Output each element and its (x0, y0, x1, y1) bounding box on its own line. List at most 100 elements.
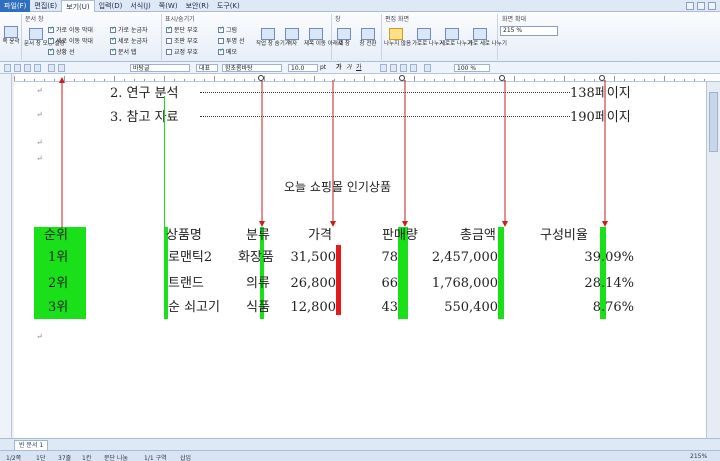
check-doc-tab[interactable]: 문서 탭 (110, 47, 136, 56)
cell-rank: 1위 (48, 250, 69, 265)
cell-product: 트랜드 (168, 276, 204, 291)
page-outline-button[interactable]: 쪽 윤곽 (0, 26, 23, 45)
vertical-ruler (0, 74, 12, 438)
ruler-tick (404, 79, 405, 81)
check-transparent-line[interactable]: 투명 선 (218, 36, 244, 45)
ruler-tick (214, 76, 215, 81)
hsplit-button[interactable]: 가로로 나누기 (412, 28, 444, 47)
menu-edit[interactable]: 편집(E) (30, 0, 61, 12)
new-doc-icon[interactable] (4, 64, 11, 72)
cell-category: 화장품 (238, 250, 274, 265)
ruler-tick (274, 79, 275, 81)
menu-insert[interactable]: 입력(D) (95, 0, 127, 12)
ruler-tick (264, 76, 265, 81)
switch-window-button[interactable]: 창 전환 (356, 28, 380, 47)
style-select[interactable]: 바탕글 (130, 64, 190, 72)
check-hruler[interactable]: 가로 눈금자 (110, 25, 148, 34)
menu-tools[interactable]: 도구(K) (213, 0, 244, 12)
menu-bar: 파일(F) 편집(E) 보기(U) 입력(D) 서식(J) 쪽(W) 보안(R)… (0, 0, 720, 12)
toc-page-1: 138페이지 (570, 86, 631, 101)
vsplit-icon (445, 28, 459, 40)
underline-icon[interactable]: 가 (356, 64, 362, 72)
italic-icon[interactable]: 가 (346, 64, 352, 72)
check-memo[interactable]: 메모 (218, 47, 237, 56)
ratio-select[interactable]: 100 % (454, 64, 490, 72)
status-zoom[interactable]: 215% (690, 453, 707, 460)
ruler-tick (604, 79, 605, 81)
ruler-tick (674, 79, 675, 81)
checkbox-icon (110, 47, 116, 55)
undo-icon[interactable] (48, 64, 55, 72)
tab-document-1[interactable]: 빈 문서 1 (14, 440, 49, 450)
align-left-icon[interactable] (380, 64, 387, 72)
no-split-button[interactable]: 나누지 않음 (384, 28, 411, 47)
ruler-tick (434, 79, 435, 81)
checkbox-icon (110, 25, 116, 33)
check-picture[interactable]: 그림 (218, 25, 237, 34)
font-kind-select[interactable]: 대표 (196, 64, 218, 72)
cell-price: 12,800 (290, 300, 337, 315)
status-break: 문단 나눔 (104, 455, 128, 461)
horizontal-ruler[interactable] (14, 74, 720, 82)
help-icon[interactable] (686, 1, 694, 10)
header-category: 분류 (246, 228, 270, 243)
print-icon[interactable] (34, 64, 41, 72)
line-spacing-icon[interactable] (424, 64, 431, 72)
document-page[interactable]: 2. 연구 분석 138페이지 3. 참고 자료 190페이지 ↵ ↵ ↵ ↵ … (14, 82, 706, 438)
bold-icon[interactable]: 가 (336, 64, 342, 72)
cell-rank: 3위 (48, 300, 69, 315)
new-window-button[interactable]: 새 창 (332, 28, 356, 47)
redo-icon[interactable] (58, 64, 65, 72)
menu-security[interactable]: 보안(R) (182, 0, 213, 12)
header-rank: 순위 (44, 228, 68, 243)
open-icon[interactable] (14, 64, 21, 72)
grid-button[interactable]: 격자 (280, 28, 304, 47)
hide-workwin-button[interactable]: 작업 창 숨기기 (256, 28, 290, 47)
font-select[interactable]: 함초롬바탕 (222, 64, 282, 72)
checkbox-icon (48, 36, 54, 44)
ruler-tick (244, 79, 245, 81)
header-price: 가격 (308, 228, 332, 243)
font-size-unit: pt (320, 64, 327, 71)
check-status-line[interactable]: 상황 선 (48, 47, 74, 56)
doc-window-button[interactable]: 문서 창 모양 설정 (24, 28, 65, 47)
both-split-button[interactable]: 가로 세로 나누기 (468, 28, 507, 47)
font-size-input[interactable]: 10.0 (288, 64, 318, 72)
move-title-button[interactable]: 제목 이동 아래로 (304, 28, 343, 47)
ruler-tick (524, 79, 525, 81)
check-hscroll[interactable]: 가로 이동 막대 (48, 25, 93, 34)
save-icon[interactable] (24, 64, 31, 72)
align-justify-icon[interactable] (410, 64, 417, 72)
status-page: 1/2쪽 (6, 455, 22, 461)
zoom-select[interactable]: 215 % (500, 26, 558, 36)
grid-icon (285, 28, 299, 40)
cell-sales: 43 (381, 300, 398, 315)
ruler-tick (54, 79, 55, 81)
check-para-mark[interactable]: 문단 부호 (166, 25, 198, 34)
ruler-tick (554, 79, 555, 81)
check-vruler[interactable]: 세로 눈금자 (110, 36, 148, 45)
check-vscroll[interactable]: 세로 이동 막대 (48, 36, 93, 45)
cell-ratio: 8.76% (592, 300, 634, 315)
scroll-thumb[interactable] (709, 92, 718, 152)
align-right-icon[interactable] (400, 64, 407, 72)
ruler-tick (704, 79, 705, 81)
vertical-scrollbar[interactable] (706, 82, 720, 438)
menu-file[interactable]: 파일(F) (0, 0, 31, 12)
status-col: 1칸 (82, 455, 92, 461)
menu-view[interactable]: 보기(U) (61, 0, 95, 12)
close-icon[interactable] (708, 1, 716, 10)
check-proof-mark[interactable]: 교정 부호 (166, 47, 198, 56)
check-layout-mark[interactable]: 조판 부호 (166, 36, 198, 45)
ruler-tick (324, 79, 325, 81)
ruler-tick (544, 79, 545, 81)
minimize-icon[interactable] (697, 1, 705, 10)
menu-format[interactable]: 서식(J) (126, 0, 154, 12)
both-split-icon (473, 28, 487, 40)
cell-rank: 2위 (48, 276, 69, 291)
vsplit-button[interactable]: 세로로 나누기 (440, 28, 472, 47)
ruler-tick (684, 79, 685, 81)
menu-page[interactable]: 쪽(W) (155, 0, 182, 12)
align-center-icon[interactable] (390, 64, 397, 72)
ruler-tick (174, 79, 175, 81)
